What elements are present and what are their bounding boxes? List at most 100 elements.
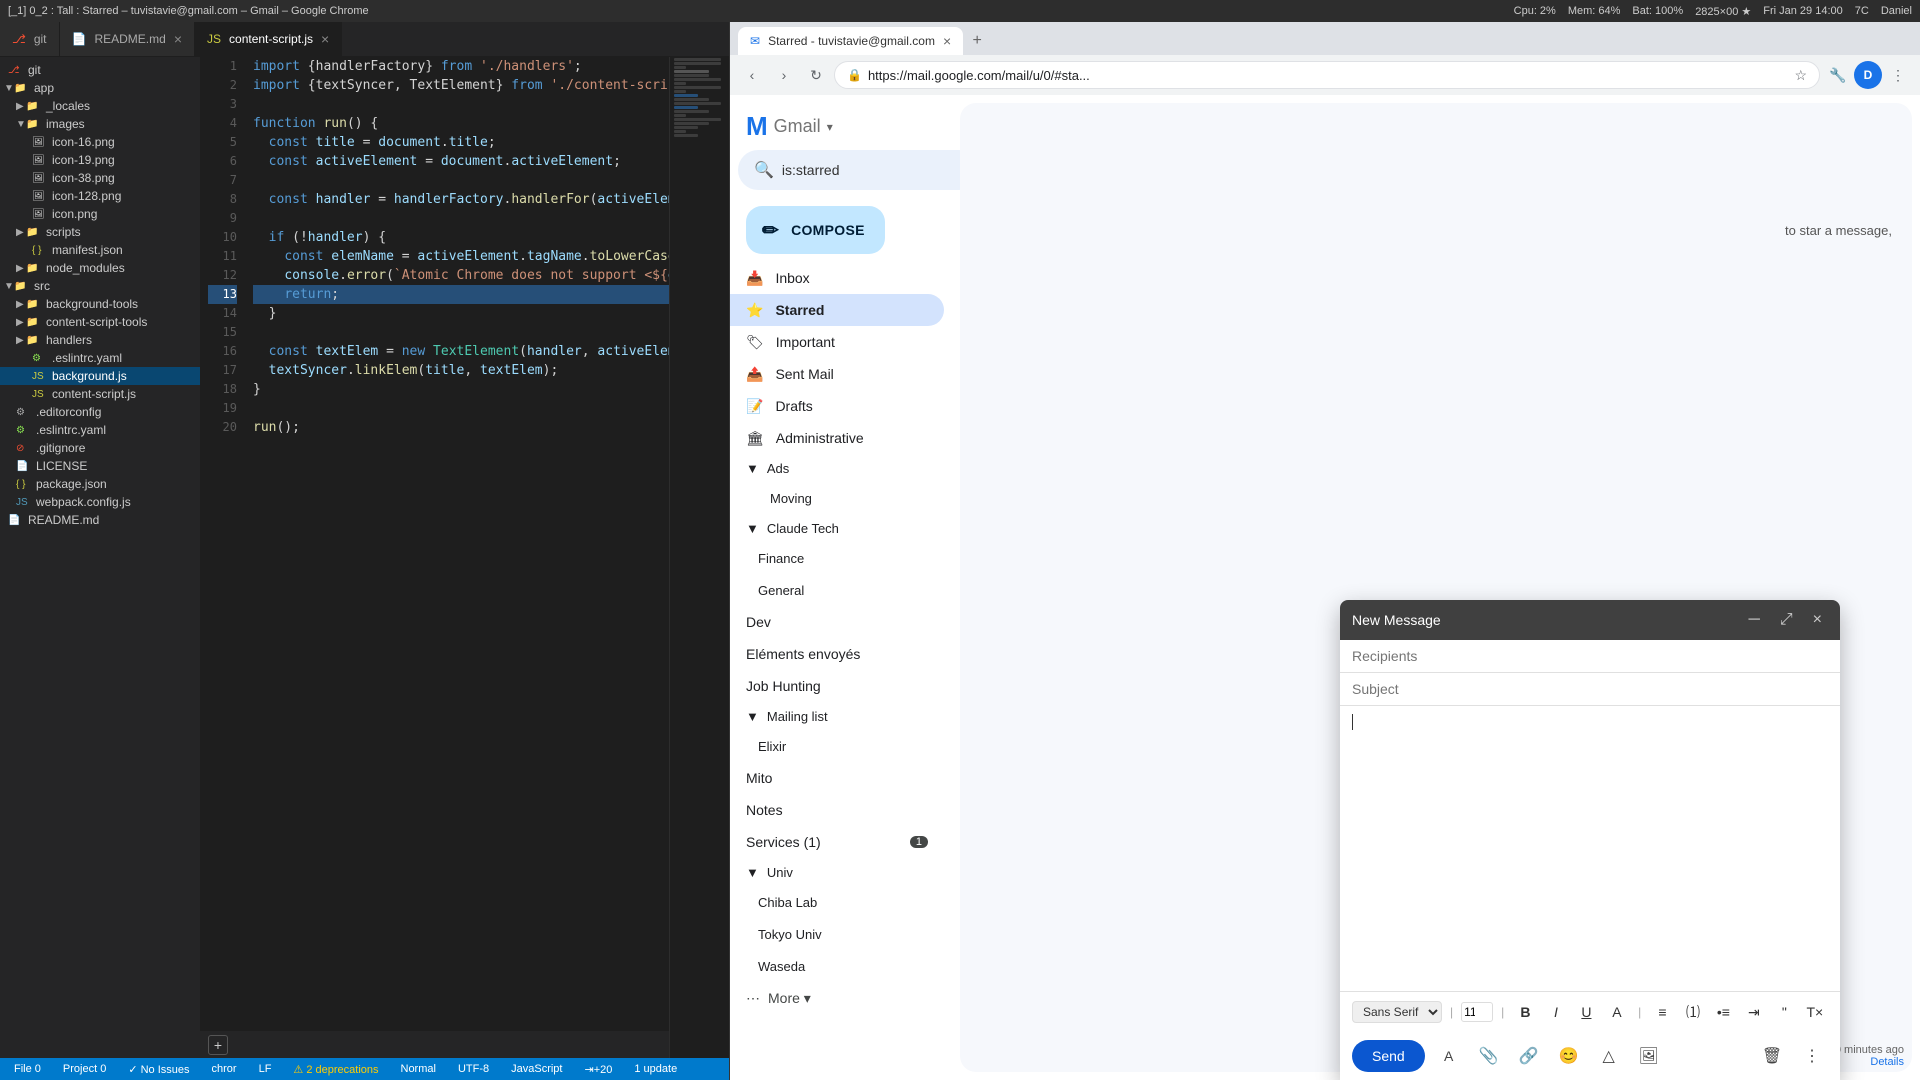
chrome-tab-close[interactable]: × <box>943 33 951 49</box>
send-button[interactable]: Send <box>1352 1040 1425 1072</box>
folder-ct-finance[interactable]: Finance <box>730 542 944 574</box>
reload-button[interactable]: ↻ <box>802 61 830 89</box>
extensions-button[interactable]: 🔧 <box>1824 61 1852 89</box>
tree-item-icon19[interactable]: 🖼 icon-19.png <box>0 151 200 169</box>
tree-item-scripts[interactable]: ▶ 📁 scripts <box>0 223 200 241</box>
folder-univ-chibalab[interactable]: Chiba Lab <box>730 886 944 918</box>
tree-item-nodemodules[interactable]: ▶ 📁 node_modules <box>0 259 200 277</box>
tree-item-src[interactable]: ▼ 📁 src <box>0 277 200 295</box>
chrome-tab-gmail[interactable]: ✉ Starred - tuvistavie@gmail.com × <box>738 27 963 55</box>
nav-inbox[interactable]: 📥 Inbox <box>730 262 944 294</box>
compose-body[interactable] <box>1340 706 1840 991</box>
folder-ct-general[interactable]: General <box>730 574 944 606</box>
folder-univ-header[interactable]: ▼ Univ <box>730 858 960 886</box>
file-tree[interactable]: ⎇ git ▼ 📁 app ▶ 📁 _locales ▼ <box>0 57 200 1058</box>
align-left-button[interactable]: ≡ <box>1649 998 1675 1026</box>
nav-sent[interactable]: 📤 Sent Mail <box>730 358 944 390</box>
blockquote-button[interactable]: " <box>1771 998 1797 1026</box>
subject-input[interactable] <box>1352 681 1828 697</box>
tab-git[interactable]: ⎇ git <box>0 22 60 56</box>
nav-elements[interactable]: Eléments envoyés <box>730 638 944 670</box>
tree-item-handlers[interactable]: ▶ 📁 handlers <box>0 331 200 349</box>
tree-item-app[interactable]: ▼ 📁 app <box>0 79 200 97</box>
underline-button[interactable]: U <box>1573 998 1599 1026</box>
compose-subject-field[interactable] <box>1340 673 1840 706</box>
tree-item-git[interactable]: ⎇ git <box>0 61 200 79</box>
tree-item-readme[interactable]: 📄 README.md <box>0 511 200 529</box>
folder-mailinglist-header[interactable]: ▼ Mailing list <box>730 702 960 730</box>
tree-item-manifest[interactable]: { } manifest.json <box>0 241 200 259</box>
tree-item-cs-tools[interactable]: ▶ 📁 content-script-tools <box>0 313 200 331</box>
text-format-toggle-button[interactable]: A <box>1433 1040 1465 1072</box>
gmail-search-bar[interactable]: 🔍 <box>738 150 960 190</box>
tree-item-packagejson[interactable]: { } package.json <box>0 475 200 493</box>
tab-readme[interactable]: 📄 README.md × <box>60 22 195 56</box>
profile-button[interactable]: D <box>1854 61 1882 89</box>
text-color-button[interactable]: A <box>1604 998 1630 1026</box>
tree-item-webpackconfig[interactable]: JS webpack.config.js <box>0 493 200 511</box>
nav-services[interactable]: Services (1) 1 <box>730 826 944 858</box>
nav-starred[interactable]: ⭐ Starred <box>730 294 944 326</box>
gmail-search-input[interactable] <box>782 162 960 178</box>
gmail-dropdown-icon[interactable]: ▾ <box>827 120 833 134</box>
tree-item-icon16[interactable]: 🖼 icon-16.png <box>0 133 200 151</box>
more-compose-options-button[interactable]: ⋮ <box>1796 1040 1828 1072</box>
folder-ads-header[interactable]: ▼ Ads <box>730 454 960 482</box>
nav-dev[interactable]: Dev <box>730 606 944 638</box>
tree-item-iconpng[interactable]: 🖼 icon.png <box>0 205 200 223</box>
new-tab-button[interactable]: + <box>963 27 991 55</box>
folder-claudetech-header[interactable]: ▼ Claude Tech <box>730 514 960 542</box>
code-content[interactable]: import {handlerFactory} from './handlers… <box>245 57 669 1030</box>
tree-item-content-script-js[interactable]: JS content-script.js <box>0 385 200 403</box>
compose-button[interactable]: ✏ COMPOSE <box>746 206 885 254</box>
compose-minimize-button[interactable]: ─ <box>1743 609 1766 631</box>
add-file-button[interactable]: + <box>208 1035 228 1055</box>
tree-item-gitignore[interactable]: ⊘ .gitignore <box>0 439 200 457</box>
tree-item-eslintrc-yaml[interactable]: ⚙ .eslintrc.yaml <box>0 349 200 367</box>
italic-button[interactable]: I <box>1543 998 1569 1026</box>
attach-file-button[interactable]: 📎 <box>1473 1040 1505 1072</box>
folder-ads-moving[interactable]: Moving <box>730 482 944 514</box>
compose-expand-button[interactable]: ⤢ <box>1774 609 1799 631</box>
tree-item-background-tools[interactable]: ▶ 📁 background-tools <box>0 295 200 313</box>
insert-photo-button[interactable]: 🖼 <box>1633 1040 1665 1072</box>
more-options-button[interactable]: ⋮ <box>1884 61 1912 89</box>
back-button[interactable]: ‹ <box>738 61 766 89</box>
compose-recipients-field[interactable] <box>1340 640 1840 673</box>
insert-emoji-button[interactable]: 😊 <box>1553 1040 1585 1072</box>
tab-content-script-close[interactable]: × <box>321 31 329 47</box>
bullet-list-button[interactable]: •≡ <box>1710 998 1736 1026</box>
compose-close-button[interactable]: × <box>1807 609 1828 631</box>
nav-administrative[interactable]: 🏛 Administrative <box>730 422 944 454</box>
recipients-input[interactable] <box>1352 648 1828 664</box>
tree-item-license[interactable]: 📄 LICENSE <box>0 457 200 475</box>
forward-button[interactable]: › <box>770 61 798 89</box>
more-button[interactable]: ⋯ More ▾ <box>730 982 960 1014</box>
font-select[interactable]: Sans Serif <box>1352 1001 1442 1023</box>
tree-item-icon38[interactable]: 🖼 icon-38.png <box>0 169 200 187</box>
numbered-list-button[interactable]: ⑴ <box>1680 998 1706 1026</box>
font-size-input[interactable] <box>1461 1002 1493 1022</box>
delete-button[interactable]: 🗑 <box>1756 1040 1788 1072</box>
bold-button[interactable]: B <box>1512 998 1538 1026</box>
nav-mito[interactable]: Mito <box>730 762 944 794</box>
insert-link-button[interactable]: 🔗 <box>1513 1040 1545 1072</box>
address-bar[interactable]: 🔒 https://mail.google.com/mail/u/0/#sta.… <box>834 61 1820 89</box>
code-editor[interactable]: 1 2 3 4 5 6 7 8 9 10 11 12 13 <box>200 57 669 1058</box>
nav-notes[interactable]: Notes <box>730 794 944 826</box>
folder-univ-waseda[interactable]: Waseda <box>730 950 944 982</box>
tab-content-script[interactable]: JS content-script.js × <box>195 22 342 56</box>
indent-button[interactable]: ⇥ <box>1741 998 1767 1026</box>
tree-item-eslintrc[interactable]: ⚙ .eslintrc.yaml <box>0 421 200 439</box>
tab-readme-close[interactable]: × <box>174 31 182 47</box>
folder-univ-tokyouniv[interactable]: Tokyo Univ <box>730 918 944 950</box>
tree-item-editorconfig[interactable]: ⚙ .editorconfig <box>0 403 200 421</box>
tree-item-icon128[interactable]: 🖼 icon-128.png <box>0 187 200 205</box>
remove-format-button[interactable]: T× <box>1802 998 1828 1026</box>
nav-drafts[interactable]: 📝 Drafts <box>730 390 944 422</box>
nav-important[interactable]: 🏷 Important <box>730 326 944 358</box>
folder-ml-elixir[interactable]: Elixir <box>730 730 944 762</box>
insert-drive-button[interactable]: △ <box>1593 1040 1625 1072</box>
star-bookmark-icon[interactable]: ☆ <box>1794 67 1807 84</box>
tree-item-background-js[interactable]: JS background.js <box>0 367 200 385</box>
